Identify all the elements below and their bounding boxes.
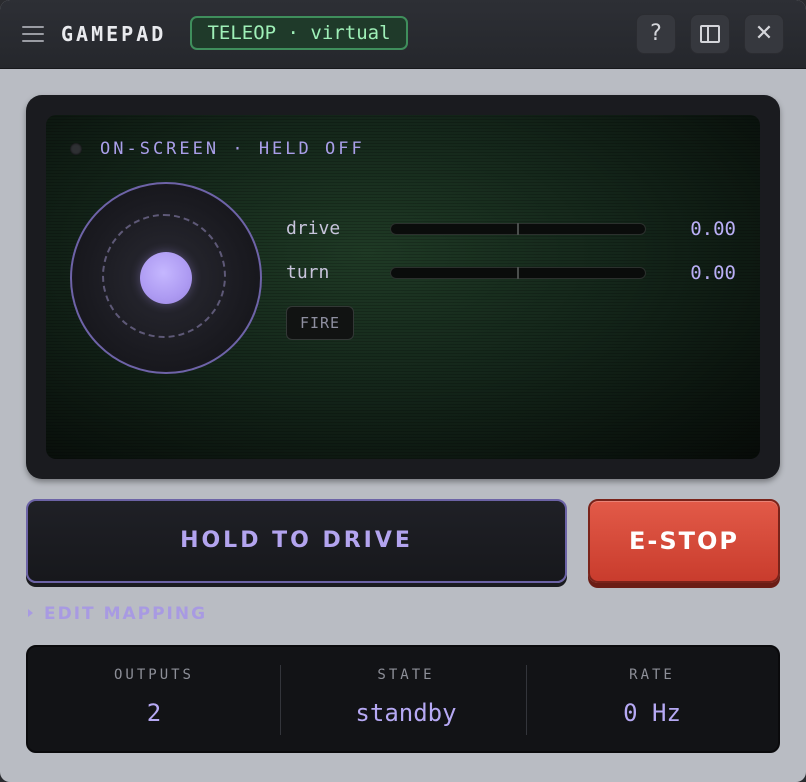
edit-mapping-toggle[interactable]: EDIT MAPPING bbox=[28, 603, 207, 625]
stats-panel: OUTPUTS 2 STATE standby RATE 0 Hz bbox=[26, 645, 780, 753]
title-bar: GAMEPAD TELEOP · virtual ? ✕ bbox=[0, 0, 806, 69]
axis-center-tick bbox=[517, 267, 519, 279]
e-stop-button[interactable]: E-STOP bbox=[588, 499, 780, 583]
stat-label: OUTPUTS bbox=[113, 667, 194, 683]
stat-state: STATE standby bbox=[280, 647, 532, 751]
axis-bar-turn bbox=[390, 267, 646, 279]
axis-label-drive: drive bbox=[286, 218, 341, 239]
fire-button[interactable]: FIRE bbox=[286, 306, 354, 340]
help-button[interactable]: ? bbox=[636, 14, 676, 54]
gamepad-screen: ON-SCREEN · HELD OFF drive 0.00 turn 0.0… bbox=[46, 115, 760, 459]
screen-bezel: ON-SCREEN · HELD OFF drive 0.00 turn 0.0… bbox=[26, 95, 780, 479]
stat-value: standby bbox=[355, 699, 457, 727]
axis-value-turn: 0.00 bbox=[690, 262, 736, 284]
app-title: GAMEPAD bbox=[61, 22, 167, 46]
axis-center-tick bbox=[517, 223, 519, 235]
stat-value: 0 Hz bbox=[623, 699, 681, 727]
status-text: ON-SCREEN · HELD OFF bbox=[100, 139, 365, 159]
hold-to-drive-button[interactable]: HOLD TO DRIVE bbox=[26, 499, 567, 583]
split-view-button[interactable] bbox=[690, 14, 730, 54]
joystick-knob[interactable] bbox=[140, 252, 192, 304]
axis-value-drive: 0.00 bbox=[690, 218, 736, 240]
gamepad-window: GAMEPAD TELEOP · virtual ? ✕ ON-SCREEN ·… bbox=[0, 0, 806, 782]
edit-mapping-label: EDIT MAPPING bbox=[44, 604, 208, 624]
status-led-icon bbox=[70, 143, 82, 155]
stat-rate: RATE 0 Hz bbox=[526, 647, 778, 751]
stat-outputs: OUTPUTS 2 bbox=[28, 647, 280, 751]
stat-value: 2 bbox=[146, 699, 162, 727]
question-mark-icon: ? bbox=[650, 21, 662, 46]
axis-bar-drive bbox=[390, 223, 646, 235]
stat-label: RATE bbox=[629, 667, 675, 683]
caret-right-icon bbox=[28, 608, 33, 617]
split-panel-icon bbox=[700, 25, 720, 43]
hamburger-menu-icon[interactable] bbox=[22, 25, 44, 43]
stat-label: STATE bbox=[377, 667, 435, 683]
close-icon: ✕ bbox=[754, 21, 774, 46]
axis-label-turn: turn bbox=[286, 262, 330, 283]
mode-badge: TELEOP · virtual bbox=[190, 16, 408, 50]
virtual-joystick[interactable] bbox=[70, 182, 262, 374]
close-button[interactable]: ✕ bbox=[744, 14, 784, 54]
